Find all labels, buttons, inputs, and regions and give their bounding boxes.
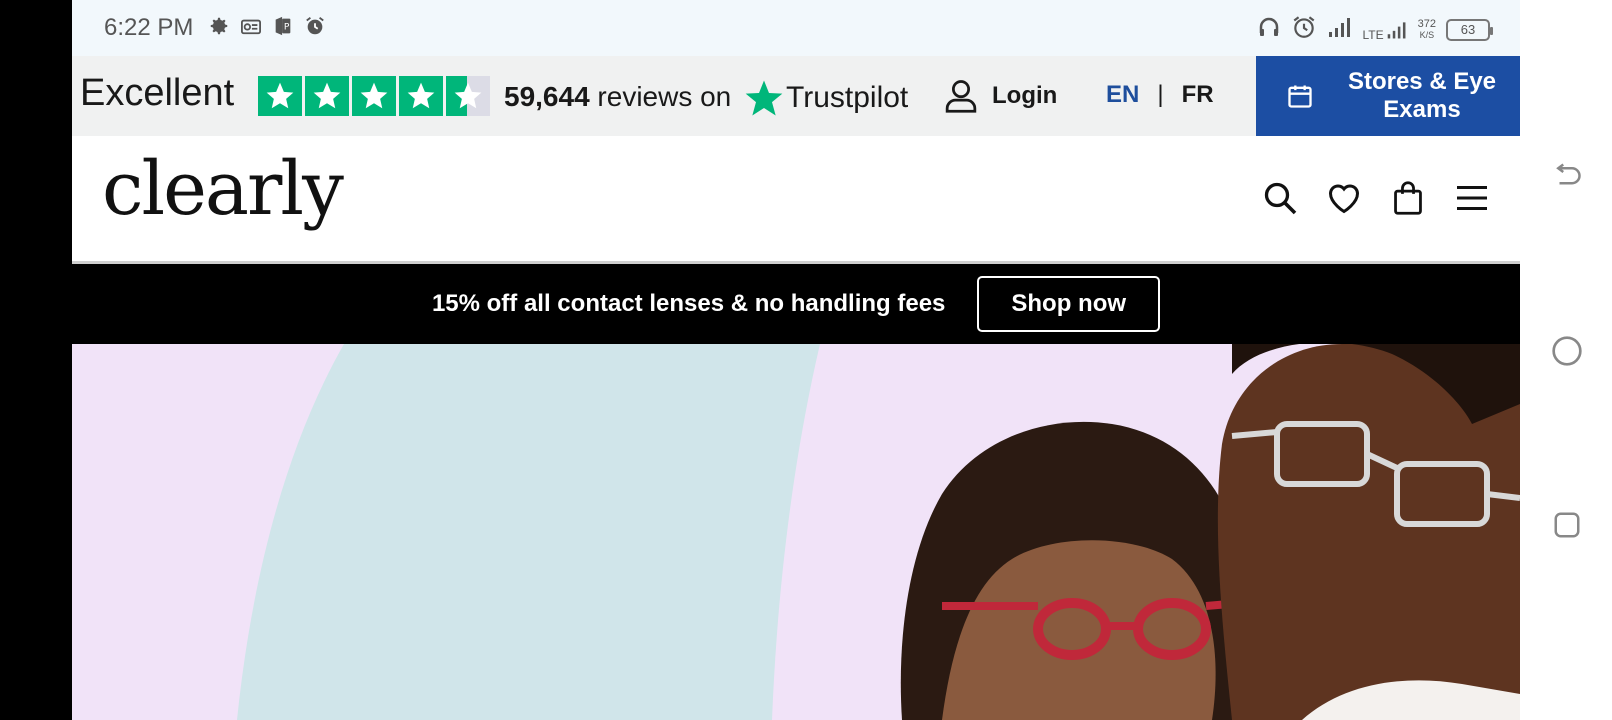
review-count-number: 59,644	[504, 81, 590, 112]
status-right-icons: LTE 372 K/S 63	[1257, 14, 1493, 45]
star-icon	[352, 76, 396, 116]
settings-icon	[208, 15, 230, 42]
lte-signal-icon: LTE	[1363, 19, 1408, 41]
hero-image	[237, 344, 1520, 720]
lang-fr-link[interactable]: FR	[1182, 81, 1214, 109]
trustpilot-rating-text: Excellent	[80, 72, 235, 114]
headphones-icon	[1257, 15, 1281, 44]
android-navigation-bar	[1520, 0, 1612, 720]
status-left-icons: P	[208, 15, 326, 42]
stores-eye-exams-button[interactable]: Stores & Eye Exams	[1256, 56, 1520, 136]
reviews-on-text: reviews on	[597, 81, 732, 112]
star-icon	[305, 76, 349, 116]
signal-icon	[1327, 16, 1353, 43]
login-label: Login	[992, 82, 1058, 109]
site-header: clearly	[72, 136, 1520, 264]
login-link[interactable]: Login	[944, 78, 1057, 114]
alarm-icon	[1291, 14, 1317, 45]
top-utility-bar: Excellent 59,644 reviews on Trustpilot L…	[72, 56, 1520, 136]
promo-banner: 15% off all contact lenses & no handling…	[72, 264, 1520, 344]
parking-app-icon: P	[272, 15, 294, 42]
half-star-icon	[446, 76, 490, 116]
network-type: LTE	[1362, 27, 1384, 42]
shop-now-button[interactable]: Shop now	[977, 276, 1161, 332]
star-icon	[399, 76, 443, 116]
battery-indicator: 63	[1446, 18, 1493, 41]
promo-text: 15% off all contact lenses & no handling…	[431, 290, 946, 317]
home-icon[interactable]	[1550, 334, 1584, 368]
heart-icon[interactable]	[1326, 180, 1362, 216]
man-model	[1217, 344, 1520, 720]
clearly-logo[interactable]: clearly	[102, 146, 344, 232]
alarm-icon	[304, 15, 326, 42]
net-speed-unit: K/S	[1419, 29, 1435, 40]
lang-separator: |	[1157, 81, 1164, 108]
header-icons	[1262, 180, 1490, 216]
net-speed: 372 K/S	[1417, 17, 1436, 41]
screen-left-border	[0, 0, 72, 720]
phone-screen: 6:22 PM P LTE 372 K/S 63 Excellent 59,64…	[72, 0, 1520, 720]
menu-icon[interactable]	[1454, 180, 1490, 216]
trustpilot-stars[interactable]	[258, 76, 490, 116]
language-switcher: EN | FR	[1106, 81, 1214, 109]
battery-level: 63	[1460, 22, 1476, 37]
stores-label: Stores & Eye Exams	[1347, 68, 1497, 123]
review-count[interactable]: 59,644 reviews on	[504, 81, 731, 113]
trustpilot-brand-text: Trustpilot	[786, 81, 909, 114]
status-bar: 6:22 PM P LTE 372 K/S 63	[72, 0, 1520, 56]
trustpilot-logo[interactable]: Trustpilot	[744, 78, 908, 118]
trustpilot-star-icon	[745, 80, 783, 116]
recents-icon[interactable]	[1550, 508, 1584, 542]
star-icon	[258, 76, 302, 116]
status-time: 6:22 PM	[104, 14, 194, 41]
bag-icon[interactable]	[1390, 180, 1426, 216]
user-icon	[945, 80, 977, 113]
lang-en-link[interactable]: EN	[1106, 81, 1139, 109]
search-icon[interactable]	[1262, 180, 1298, 216]
hero-banner[interactable]	[72, 344, 1520, 720]
back-icon[interactable]	[1550, 160, 1584, 194]
calendar-icon	[1288, 85, 1312, 108]
svg-text:P: P	[284, 22, 290, 33]
net-speed-value: 372	[1417, 17, 1436, 30]
radio-icon	[240, 16, 262, 41]
